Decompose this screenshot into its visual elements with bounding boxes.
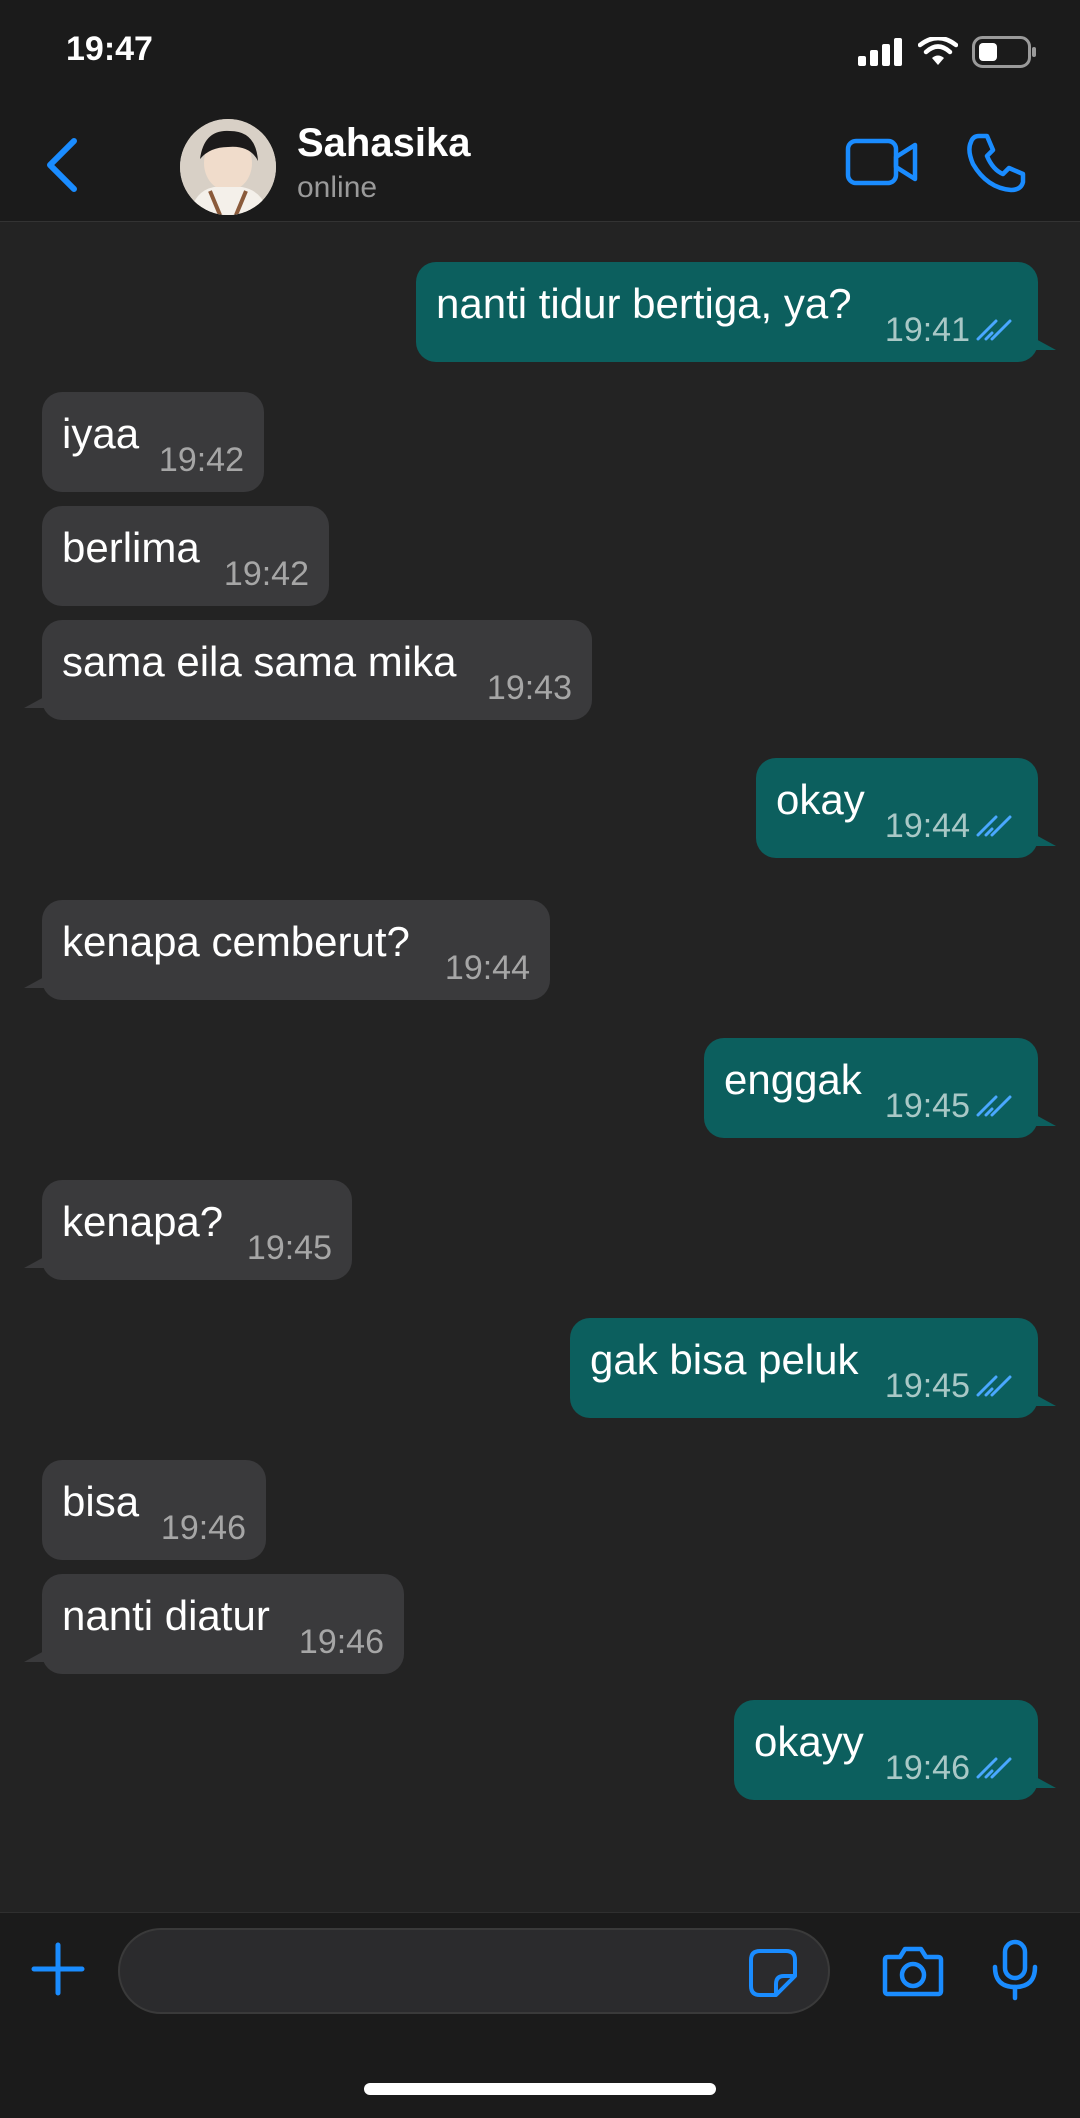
message-text: enggak [724,1056,862,1103]
message-meta: 19:43 [487,669,572,708]
message-meta: 19:42 [224,555,309,594]
home-indicator [364,2083,716,2095]
message-meta: 19:45 [885,1087,1018,1126]
signal-icon [858,38,902,66]
attach-button[interactable] [30,1941,86,1997]
voice-call-button[interactable] [965,132,1027,194]
sticker-icon [749,1949,797,1997]
read-ticks-icon [976,1757,1012,1778]
message-bubble-incoming[interactable]: nanti diatur 19:46 [24,1574,404,1674]
message-time: 19:42 [223,555,309,593]
message-bubble-incoming[interactable]: sama eila sama mika 19:43 [24,620,592,720]
message-meta: 19:42 [159,441,244,480]
message-time: 19:45 [884,1367,970,1405]
message-bubble-outgoing[interactable]: gak bisa peluk 19:45 [570,1318,1056,1418]
message-time: 19:45 [246,1229,332,1267]
message-time: 19:46 [884,1749,970,1787]
microphone-icon [992,1939,1038,2001]
contact-avatar[interactable] [180,119,276,215]
message-time: 19:46 [298,1623,384,1661]
camera-icon [882,1946,944,1997]
message-bubble-outgoing[interactable]: enggak 19:45 [704,1038,1056,1138]
message-meta: 19:46 [161,1509,246,1548]
bubble-tail [1034,1776,1056,1788]
message-meta: 19:45 [885,1367,1018,1406]
video-call-button[interactable] [845,135,919,189]
contact-name[interactable]: Sahasika [297,121,470,166]
message-text: kenapa? [62,1198,224,1245]
message-bubble-incoming[interactable]: iyaa 19:42 [42,392,264,492]
compose-bar [0,1912,1080,2118]
message-bubble-outgoing[interactable]: okayy 19:46 [734,1700,1056,1800]
bubble-tail [1034,338,1056,350]
message-time: 19:41 [884,311,970,349]
message-time: 19:44 [444,949,530,987]
message-text: nanti diatur [62,1592,270,1639]
message-bubble-outgoing[interactable]: okay 19:44 [756,758,1056,858]
message-bubble-incoming[interactable]: kenapa? 19:45 [24,1180,352,1280]
status-icons [858,36,1038,68]
chat-header: Sahasika online [0,105,1080,222]
message-text: gak bisa peluk [590,1336,859,1383]
bubble-tail [24,696,46,708]
message-text: sama eila sama mika [62,638,457,685]
back-chevron-icon [47,138,77,192]
message-list[interactable]: nanti tidur bertiga, ya? 19:41 iyaa 19:4… [0,222,1080,1912]
bubble-tail [24,976,46,988]
read-ticks-icon [976,1095,1012,1116]
message-text: iyaa [62,410,140,457]
message-input[interactable] [118,1928,830,2014]
message-time: 19:44 [884,807,970,845]
bubble-tail [1034,1114,1056,1126]
wifi-icon [918,37,958,65]
message-bubble-incoming[interactable]: bisa 19:46 [42,1460,266,1560]
bubble-tail [1034,1394,1056,1406]
bubble-tail [24,1650,46,1662]
message-meta: 19:46 [299,1623,384,1662]
message-time: 19:46 [160,1509,246,1547]
message-time: 19:45 [884,1087,970,1125]
plus-icon [31,1942,85,1996]
sticker-button[interactable] [748,1948,798,1998]
message-time: 19:42 [158,441,244,479]
status-bar: 19:47 [0,0,1080,105]
message-text: okay [776,776,865,823]
back-button[interactable] [36,135,86,195]
avatar-image [180,119,276,215]
message-meta: 19:46 [885,1749,1018,1788]
bubble-tail [24,1256,46,1268]
message-time: 19:43 [486,669,572,707]
message-text: nanti tidur bertiga, ya? [436,280,852,327]
camera-button[interactable] [882,1945,944,1997]
message-meta: 19:41 [885,311,1018,350]
message-meta: 19:44 [885,807,1018,846]
message-text: kenapa cemberut? [62,918,410,965]
read-ticks-icon [976,1375,1012,1396]
message-text: bisa [62,1478,140,1525]
message-bubble-outgoing[interactable]: nanti tidur bertiga, ya? 19:41 [416,262,1056,362]
message-text: berlima [62,524,200,571]
bubble-tail [1034,834,1056,846]
status-time: 19:47 [66,30,153,68]
message-bubble-incoming[interactable]: berlima 19:42 [42,506,329,606]
message-text: okayy [754,1718,864,1765]
message-meta: 19:45 [247,1229,332,1268]
read-ticks-icon [976,815,1012,836]
battery-icon [972,36,1036,68]
contact-status: online [297,171,378,204]
microphone-button[interactable] [990,1939,1040,2001]
message-bubble-incoming[interactable]: kenapa cemberut? 19:44 [24,900,550,1000]
read-ticks-icon [976,319,1012,340]
phone-call-icon [967,133,1026,193]
message-meta: 19:44 [445,949,530,988]
video-call-icon [845,138,918,186]
